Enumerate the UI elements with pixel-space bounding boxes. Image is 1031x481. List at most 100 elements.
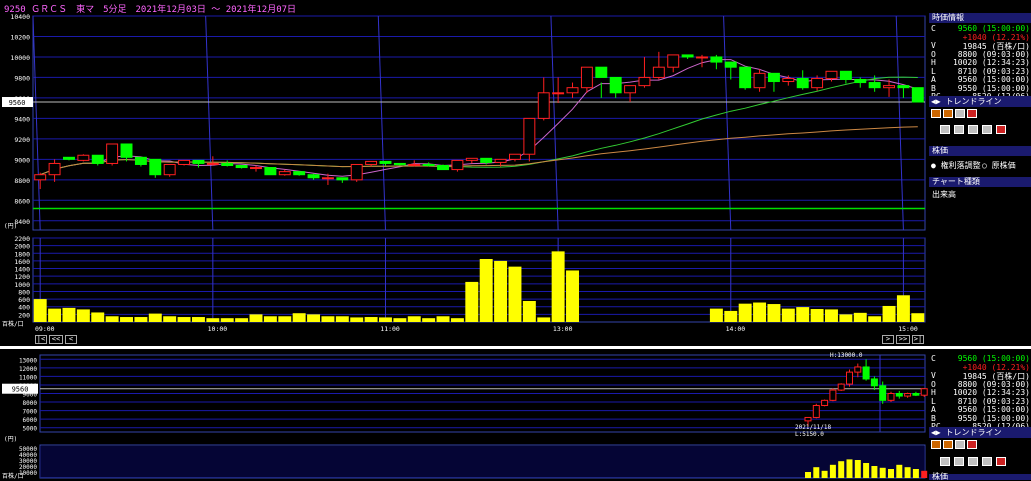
color-tool-button[interactable]	[982, 125, 992, 134]
volume-bar	[163, 316, 177, 322]
candle-body	[566, 87, 579, 94]
select-tool-button[interactable]	[940, 125, 950, 134]
mini-candle-body	[879, 385, 887, 401]
price-tick-label: 9400	[14, 115, 30, 123]
panel-separator	[0, 346, 1031, 349]
candle-body	[811, 77, 824, 89]
volume-bar	[206, 318, 220, 322]
chart-canvas: 1040010000960092008800840010200980094009…	[0, 13, 1031, 480]
candle-body	[667, 54, 680, 68]
time-tick-label: 15:00	[898, 325, 918, 333]
pencil-tool-button[interactable]	[931, 440, 941, 449]
mini-volume-bar	[863, 463, 870, 478]
time-tick-label: 14:00	[726, 325, 746, 333]
trendline-arrows-icon[interactable]: ◀▶	[929, 97, 941, 106]
fib-tool-button[interactable]	[955, 440, 965, 449]
nav-next-button[interactable]: >	[882, 335, 894, 344]
radio-dot-icon: ●	[931, 161, 936, 170]
price-tick-label: 8600	[14, 197, 30, 205]
mini-tick-label: 8000	[23, 400, 38, 407]
mini-volume-bar	[846, 459, 853, 478]
candle-body	[897, 85, 910, 89]
candle-body	[509, 153, 521, 160]
mini-candle-body	[829, 389, 837, 401]
close-tool-icon[interactable]	[996, 125, 1006, 134]
mini-tick-label: 11000	[19, 374, 37, 381]
trendline-arrows-icon[interactable]: ◀▶	[929, 428, 941, 437]
mini-volume-bar	[921, 470, 928, 478]
save-tool-button[interactable]	[968, 125, 978, 134]
price-tick-label: 8800	[14, 177, 30, 185]
candle-body	[48, 162, 61, 176]
delete-tool-icon[interactable]	[967, 109, 977, 118]
bottom-kabuka-partial: 株価	[929, 473, 1031, 481]
pencil-tool-button[interactable]	[931, 109, 941, 118]
nav-next-fast-button[interactable]: >>	[896, 335, 910, 344]
price-tick-label: 10200	[10, 33, 30, 41]
candle-body	[350, 163, 363, 181]
hline-tool-button[interactable]	[943, 440, 953, 449]
mini-volume-bar	[896, 464, 903, 478]
volume-bar	[120, 317, 133, 322]
copy-tool-button[interactable]	[954, 457, 964, 466]
candle-body	[638, 76, 651, 87]
chart-type-value[interactable]: 出来高	[932, 189, 956, 200]
mini-volume-bar	[871, 466, 878, 478]
candle-body	[796, 77, 809, 89]
volume-bar	[364, 317, 378, 322]
nav-first-button[interactable]: |<	[35, 335, 47, 344]
nav-prev-fast-button[interactable]: <<	[49, 335, 63, 344]
hline-tool-button[interactable]	[943, 109, 953, 118]
side-section-title: 時価情報	[929, 13, 1031, 23]
mini-candle-body	[870, 378, 878, 387]
candle-body	[868, 82, 881, 89]
volume-bar	[522, 301, 536, 322]
save-tool-button[interactable]	[968, 457, 978, 466]
mini-candle-body	[904, 393, 912, 397]
candle-body	[480, 157, 493, 163]
volume-bar	[896, 295, 910, 322]
nav-prev-button[interactable]: <	[65, 335, 77, 344]
mini-volume-bar	[912, 469, 919, 478]
select-tool-button[interactable]	[940, 457, 950, 466]
volume-bar	[220, 318, 234, 322]
bottom-trendline-header[interactable]: ◀▶ トレンドライン	[929, 427, 1031, 438]
mini-tick-label: 7000	[23, 409, 38, 416]
bottom-trendline-tools-row2	[940, 457, 1030, 469]
price-panel-frame	[32, 15, 926, 231]
candle-body	[250, 167, 262, 170]
copy-tool-button[interactable]	[954, 125, 964, 134]
fib-tool-button[interactable]	[955, 109, 965, 118]
volume-bar	[263, 316, 277, 322]
candle-body	[408, 163, 421, 166]
info-row-label: C	[931, 24, 936, 33]
mini-volume-bar	[829, 464, 836, 478]
delete-tool-icon[interactable]	[967, 440, 977, 449]
candle-body	[624, 85, 637, 94]
price-tick-label: 10000	[10, 54, 30, 62]
mini-volume-bar	[904, 467, 911, 478]
volume-bar	[465, 281, 479, 322]
volume-bar	[278, 316, 292, 322]
mini-volume-bar	[888, 469, 894, 478]
bottom-trendline-title: トレンドライン	[945, 428, 1002, 437]
nav-last-button[interactable]: >|	[912, 335, 924, 344]
candle-body	[393, 162, 406, 165]
window-title: 9250 ＧＲＣＳ 東マ 5分足 2021年12月03日 〜 2021年12月0…	[4, 5, 297, 15]
volume-bar	[738, 303, 752, 322]
trendline-header[interactable]: ◀▶ トレンドライン	[929, 96, 1031, 107]
radio-adjusted[interactable]: ● 権利落調整	[931, 160, 981, 171]
price-marker-label: 9560	[9, 99, 26, 107]
candle-body	[178, 159, 191, 165]
volume-bar	[508, 266, 522, 322]
mini-tick-label: 13000	[19, 357, 37, 364]
color-tool-button[interactable]	[982, 457, 992, 466]
volume-bar	[911, 313, 925, 322]
candle-body	[710, 56, 723, 63]
mini-volume-bar	[838, 461, 845, 478]
close-tool-icon[interactable]	[996, 457, 1006, 466]
volume-bar	[436, 316, 450, 322]
price-tick-label: 9000	[14, 156, 30, 164]
radio-original[interactable]: ○ 原株価	[982, 160, 1016, 171]
mini-tick-label: 6000	[23, 417, 38, 424]
